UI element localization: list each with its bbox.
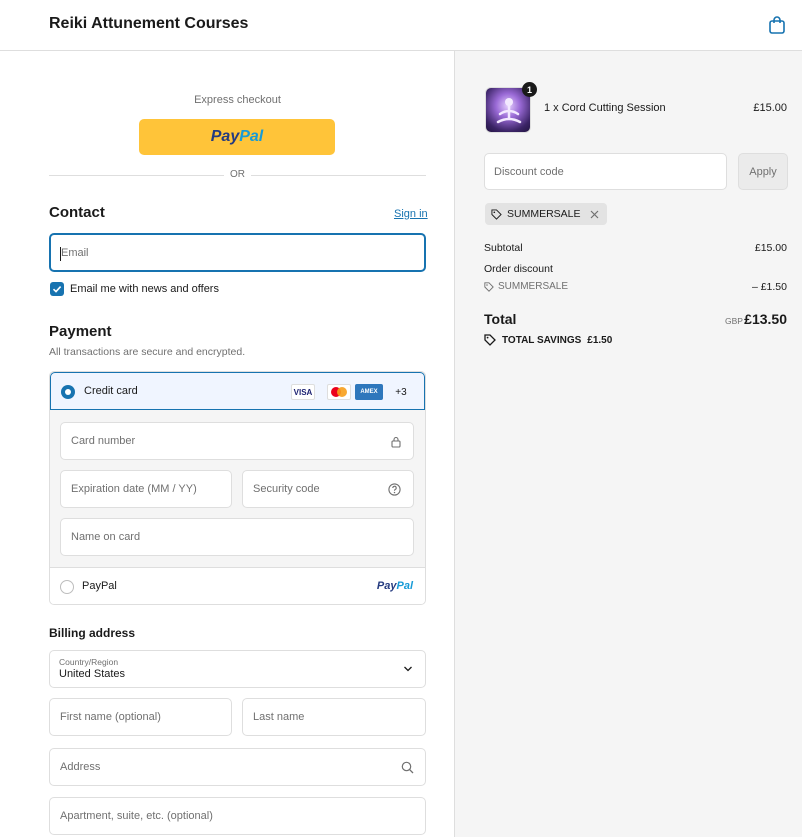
- address-field[interactable]: Address: [49, 748, 426, 786]
- savings-label: TOTAL SAVINGS: [502, 334, 582, 346]
- credit-card-label: Credit card: [84, 385, 138, 397]
- payment-heading: Payment: [49, 323, 112, 340]
- email-field[interactable]: Email: [49, 233, 426, 272]
- apartment-field[interactable]: Apartment, suite, etc. (optional): [49, 797, 426, 835]
- close-icon[interactable]: [590, 210, 599, 219]
- item-price: £15.00: [753, 102, 787, 114]
- credit-card-option[interactable]: Credit card VISA AMEX +3: [50, 372, 425, 410]
- order-summary: 1 1 x Cord Cutting Session £15.00 Discou…: [454, 51, 802, 837]
- lock-icon: [391, 436, 401, 448]
- checkmark-icon: [52, 286, 62, 293]
- discount-placeholder: Discount code: [494, 166, 564, 178]
- security-code-field[interactable]: Security code: [242, 470, 414, 508]
- search-icon: [401, 761, 414, 774]
- paypal-express-button[interactable]: Pay Pal: [139, 119, 335, 155]
- country-value: United States: [59, 668, 126, 680]
- first-name-placeholder: First name (optional): [60, 711, 161, 723]
- item-name: 1 x Cord Cutting Session: [544, 102, 666, 114]
- total-label: Total: [484, 311, 517, 327]
- expiration-field[interactable]: Expiration date (MM / YY): [60, 470, 232, 508]
- savings-value: £1.50: [587, 334, 613, 346]
- mastercard-logo: [327, 384, 351, 400]
- country-label: Country/Region: [59, 657, 119, 667]
- discount-code-row: SUMMERSALE: [484, 281, 568, 292]
- more-cards-badge: +3: [395, 386, 407, 398]
- country-select[interactable]: Country/Region United States: [49, 650, 426, 688]
- card-number-field[interactable]: Card number: [60, 422, 414, 460]
- newsletter-label[interactable]: Email me with news and offers: [70, 283, 219, 295]
- divider-line-right: [251, 175, 426, 176]
- shopping-bag-icon[interactable]: [768, 15, 786, 35]
- card-number-placeholder: Card number: [71, 435, 136, 447]
- applied-code-label: SUMMERSALE: [507, 208, 581, 220]
- paypal-radio[interactable]: [60, 580, 74, 594]
- currency-code: GBP: [725, 316, 743, 326]
- payment-subtitle: All transactions are secure and encrypte…: [49, 346, 246, 358]
- email-placeholder: Email: [61, 246, 89, 259]
- amex-logo: AMEX: [355, 384, 383, 400]
- tag-icon: [484, 334, 496, 346]
- security-code-placeholder: Security code: [253, 483, 320, 495]
- name-on-card-field[interactable]: Name on card: [60, 518, 414, 556]
- newsletter-checkbox[interactable]: [50, 282, 64, 296]
- expiration-placeholder: Expiration date (MM / YY): [71, 483, 197, 495]
- quantity-badge: 1: [522, 82, 537, 97]
- subtotal-label: Subtotal: [484, 242, 523, 254]
- total-value: £13.50: [744, 311, 787, 327]
- visa-logo: VISA: [291, 384, 315, 400]
- paypal-option[interactable]: PayPal PayPal: [50, 567, 425, 604]
- checkout-header: Reiki Attunement Courses: [0, 0, 802, 51]
- first-name-field[interactable]: First name (optional): [49, 698, 232, 736]
- checkout-form: Express checkout Pay Pal OR Contact Sign …: [0, 51, 454, 837]
- express-checkout-label: Express checkout: [194, 94, 281, 106]
- paypal-option-label: PayPal: [82, 580, 117, 592]
- applied-discount-chip: SUMMERSALE: [485, 203, 607, 225]
- tag-icon: [484, 281, 494, 292]
- discount-code-input[interactable]: Discount code: [484, 153, 727, 190]
- apartment-placeholder: Apartment, suite, etc. (optional): [60, 810, 213, 822]
- paypal-logo: PayPal: [376, 580, 413, 592]
- sign-in-link[interactable]: Sign in: [394, 208, 428, 220]
- discount-value: – £1.50: [751, 281, 787, 293]
- payment-methods: Credit card VISA AMEX +3 Card number Exp…: [49, 371, 426, 605]
- store-title[interactable]: Reiki Attunement Courses: [49, 15, 248, 33]
- last-name-placeholder: Last name: [253, 711, 305, 723]
- subtotal-value: £15.00: [754, 242, 787, 254]
- total-savings: TOTAL SAVINGS £1.50: [484, 334, 612, 346]
- contact-heading: Contact: [49, 204, 105, 221]
- paypal-logo-pal: Pal: [239, 128, 264, 145]
- paypal-logo-pay: Pay: [210, 128, 240, 145]
- last-name-field[interactable]: Last name: [242, 698, 426, 736]
- help-circle-icon[interactable]: [388, 483, 401, 496]
- or-divider: OR: [49, 168, 426, 182]
- credit-card-radio[interactable]: [61, 385, 75, 399]
- tag-icon: [491, 208, 502, 220]
- discount-code-label: SUMMERSALE: [498, 281, 569, 292]
- name-on-card-placeholder: Name on card: [71, 531, 141, 543]
- address-placeholder: Address: [60, 761, 101, 773]
- order-discount-label: Order discount: [484, 263, 553, 275]
- billing-address-heading: Billing address: [49, 626, 136, 640]
- chevron-down-icon: [404, 666, 412, 672]
- apply-discount-button[interactable]: Apply: [738, 153, 788, 190]
